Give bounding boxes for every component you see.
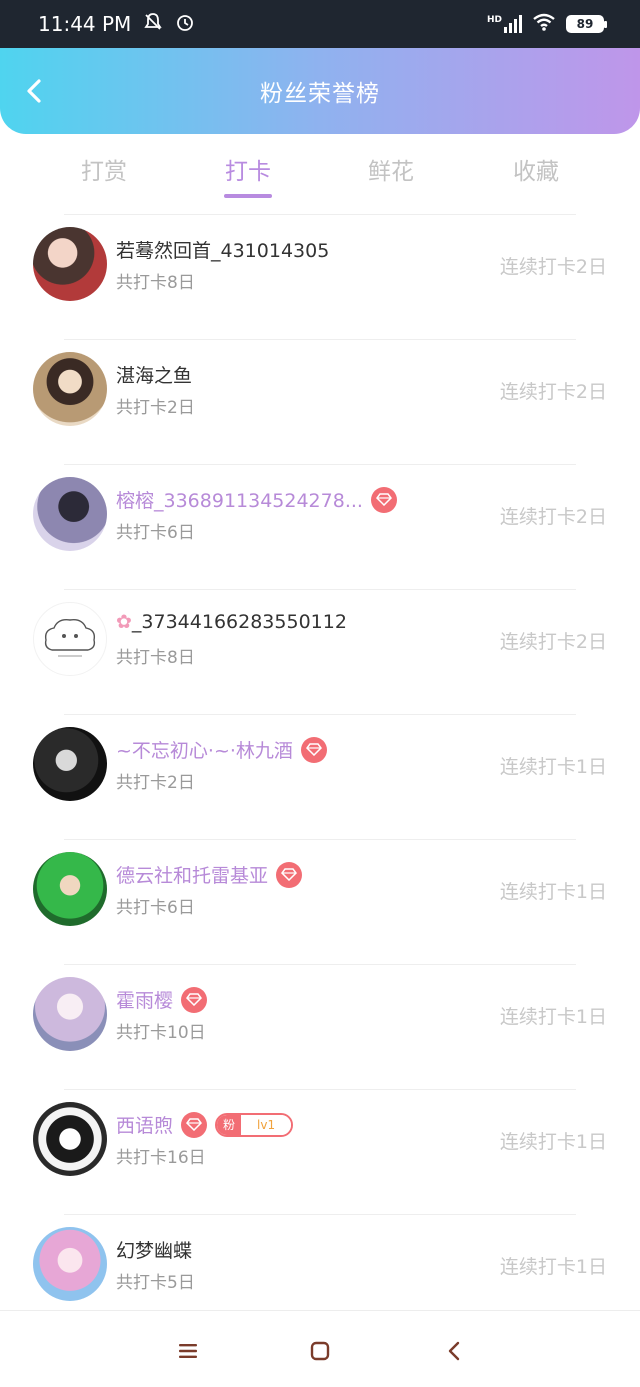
divider <box>64 839 576 840</box>
fan-name: 霍雨樱 <box>116 990 174 1012</box>
divider <box>64 214 576 215</box>
tab-flowers[interactable]: 鲜花 <box>341 152 441 202</box>
diamond-icon <box>370 486 397 513</box>
divider <box>64 1214 576 1215</box>
total-checkins: 共打卡8日 <box>116 648 195 668</box>
avatar[interactable] <box>33 977 107 1051</box>
total-checkins: 共打卡2日 <box>116 773 195 793</box>
total-checkins: 共打卡16日 <box>116 1148 206 1168</box>
home-button[interactable] <box>302 1333 338 1369</box>
status-time: 11:44 PM <box>38 12 132 36</box>
streak-text: 连续打卡1日 <box>499 1131 607 1153</box>
page-title: 粉丝荣誉榜 <box>260 81 380 107</box>
divider <box>64 339 576 340</box>
streak-text: 连续打卡2日 <box>499 381 607 403</box>
list-item[interactable]: 榕榕_336891134524278... 共打卡6日 连续打卡2日 <box>0 464 640 589</box>
status-bar: 11:44 PM HD 89 <box>0 0 640 48</box>
back-nav-button[interactable] <box>436 1333 472 1369</box>
streak-text: 连续打卡2日 <box>499 631 607 653</box>
total-checkins: 共打卡5日 <box>116 1273 195 1293</box>
fan-badge-label: 粉 <box>217 1114 242 1135</box>
tab-checkin[interactable]: 打卡 <box>198 152 298 202</box>
tab-bar: 打赏 打卡 鲜花 收藏 <box>0 134 640 214</box>
avatar[interactable] <box>33 1102 107 1176</box>
fan-name: 幻梦幽蝶 <box>116 1240 193 1262</box>
tab-reward[interactable]: 打赏 <box>54 152 154 202</box>
alarm-icon <box>175 12 195 37</box>
list-item[interactable]: 若蓦然回首_431014305 共打卡8日 连续打卡2日 <box>0 214 640 339</box>
divider <box>64 589 576 590</box>
battery-icon: 89 <box>566 15 607 33</box>
streak-text: 连续打卡1日 <box>499 881 607 903</box>
avatar[interactable] <box>33 727 107 801</box>
signal-icon: HD <box>487 15 522 33</box>
chevron-left-icon <box>27 79 41 103</box>
cloud-face-icon <box>44 618 96 657</box>
list-item[interactable]: ✿ _37344166283550112 共打卡8日 连续打卡2日 <box>0 589 640 714</box>
fan-list: 若蓦然回首_431014305 共打卡8日 连续打卡2日 湛海之鱼 共打卡2日 … <box>0 214 640 1339</box>
back-icon <box>448 1341 460 1361</box>
divider <box>64 464 576 465</box>
diamond-icon <box>181 1111 208 1138</box>
avatar[interactable] <box>33 602 107 676</box>
divider <box>64 714 576 715</box>
streak-text: 连续打卡1日 <box>499 1006 607 1028</box>
diamond-icon <box>181 986 208 1013</box>
fan-level-badge: 粉 lv1 <box>215 1112 294 1137</box>
avatar[interactable] <box>33 227 107 301</box>
list-item[interactable]: 霍雨樱 共打卡10日 连续打卡1日 <box>0 964 640 1089</box>
fan-badge-level: lv1 <box>241 1114 292 1135</box>
avatar[interactable] <box>33 352 107 426</box>
fan-name: 湛海之鱼 <box>116 365 193 387</box>
streak-text: 连续打卡1日 <box>499 756 607 778</box>
back-button[interactable] <box>14 66 54 116</box>
tab-active-indicator <box>224 194 272 198</box>
divider <box>64 1089 576 1090</box>
wifi-icon <box>532 12 556 37</box>
flower-icon: ✿ <box>116 611 132 633</box>
mute-icon <box>143 12 163 37</box>
menu-icon <box>179 1344 197 1358</box>
fan-name: 若蓦然回首_431014305 <box>116 240 330 262</box>
home-icon <box>310 1341 330 1361</box>
diamond-icon <box>276 861 303 888</box>
app-header: 粉丝荣誉榜 <box>0 48 640 134</box>
divider <box>64 964 576 965</box>
total-checkins: 共打卡6日 <box>116 523 195 543</box>
system-nav-bar <box>0 1310 640 1387</box>
fan-name: 西语煦 <box>116 1115 174 1137</box>
total-checkins: 共打卡2日 <box>116 398 195 418</box>
fan-name: 德云社和托雷基亚 <box>116 865 269 887</box>
fan-name: 榕榕_336891134524278... <box>116 490 363 512</box>
fan-name: ~不忘初心·~·林九酒 <box>116 740 293 762</box>
tab-favorites[interactable]: 收藏 <box>486 152 586 202</box>
list-item[interactable]: 德云社和托雷基亚 共打卡6日 连续打卡1日 <box>0 839 640 964</box>
list-item[interactable]: 湛海之鱼 共打卡2日 连续打卡2日 <box>0 339 640 464</box>
streak-text: 连续打卡2日 <box>499 506 607 528</box>
streak-text: 连续打卡2日 <box>499 256 607 278</box>
avatar[interactable] <box>33 477 107 551</box>
total-checkins: 共打卡10日 <box>116 1023 206 1043</box>
fan-name: _37344166283550112 <box>131 611 347 633</box>
list-item[interactable]: 西语煦 粉 lv1 共打卡16日 连续打卡1日 <box>0 1089 640 1214</box>
list-item[interactable]: ~不忘初心·~·林九酒 共打卡2日 连续打卡1日 <box>0 714 640 839</box>
avatar[interactable] <box>33 852 107 926</box>
total-checkins: 共打卡8日 <box>116 273 195 293</box>
streak-text: 连续打卡1日 <box>499 1256 607 1278</box>
diamond-icon <box>300 736 327 763</box>
avatar[interactable] <box>33 1227 107 1301</box>
menu-button[interactable] <box>170 1333 206 1369</box>
total-checkins: 共打卡6日 <box>116 898 195 918</box>
